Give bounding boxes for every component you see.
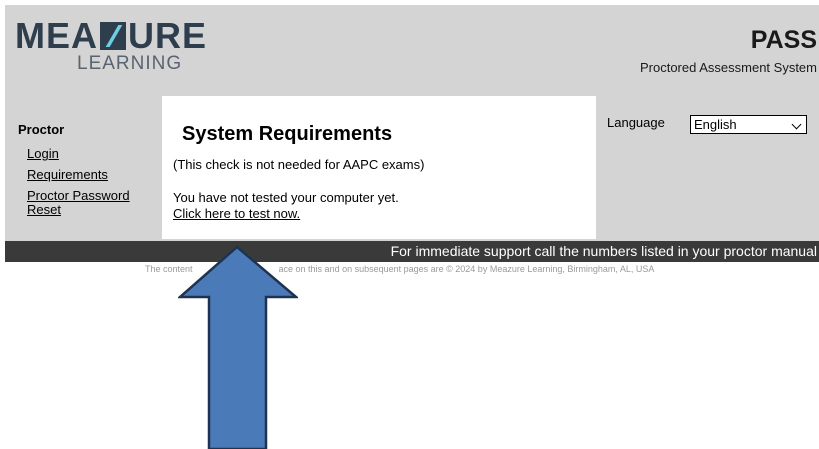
sidebar-link-requirements[interactable]: Requirements bbox=[27, 168, 158, 182]
up-arrow-icon bbox=[178, 245, 298, 449]
language-selected-value: English bbox=[694, 117, 737, 132]
aapc-note: (This check is not needed for AAPC exams… bbox=[173, 157, 425, 172]
support-bar: For immediate support call the numbers l… bbox=[5, 241, 819, 262]
logo-wordmark: MEA URE bbox=[15, 18, 207, 54]
logo-subtext: LEARNING bbox=[77, 53, 183, 74]
sidebar-link-proctor-password-reset[interactable]: Proctor Password Reset bbox=[27, 189, 155, 217]
sidebar-title: Proctor bbox=[18, 122, 65, 137]
content-panel: System Requirements (This check is not n… bbox=[162, 96, 596, 239]
logo-text-left: MEA bbox=[15, 15, 98, 56]
sidebar-link-login[interactable]: Login bbox=[27, 147, 158, 161]
page: MEA URE LEARNING PASS Proctored Assessmen… bbox=[0, 0, 819, 449]
logo-z-icon bbox=[100, 22, 126, 50]
chevron-down-icon bbox=[791, 119, 802, 130]
test-now-link[interactable]: Click here to test now. bbox=[173, 206, 300, 221]
support-text: For immediate support call the numbers l… bbox=[390, 243, 817, 259]
logo-text-right: URE bbox=[128, 15, 208, 56]
sidebar: Proctor Login Requirements Proctor Passw… bbox=[18, 122, 158, 224]
product-name: PASS bbox=[750, 26, 817, 54]
language-label: Language bbox=[607, 115, 665, 130]
meazure-learning-logo: MEA URE LEARNING bbox=[15, 18, 206, 78]
language-select[interactable]: English bbox=[690, 115, 807, 134]
copyright-text-right: ace on this and on subsequent pages are … bbox=[278, 264, 655, 274]
product-subtitle: Proctored Assessment System bbox=[639, 60, 817, 75]
page-title: System Requirements bbox=[182, 123, 393, 145]
test-status-text: You have not tested your computer yet. bbox=[173, 190, 399, 205]
